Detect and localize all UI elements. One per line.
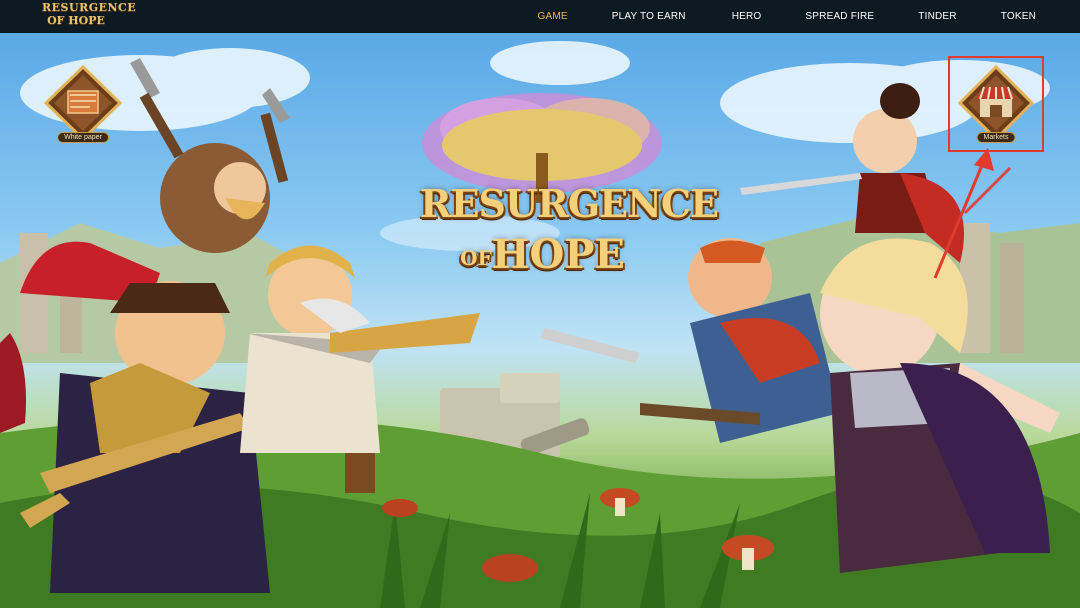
nav-item-hero[interactable]: HERO — [732, 11, 762, 22]
white-paper-label: White paper — [57, 132, 109, 143]
white-paper-button[interactable]: White paper — [44, 65, 122, 143]
title-hope: HOPE — [491, 231, 625, 278]
nav-item-play-to-earn[interactable]: PLAY TO EARN — [612, 11, 686, 22]
nav-item-game[interactable]: GAME — [538, 11, 568, 22]
nav-item-tinder[interactable]: TINDER — [918, 11, 956, 22]
document-icon — [44, 65, 122, 141]
logo-line2: OF HOPE — [47, 14, 105, 27]
site-logo[interactable]: RESURGENCE OF HOPE — [42, 1, 137, 32]
game-title: RESURGENCE OFHOPE — [420, 103, 719, 293]
nav-item-spread-fire[interactable]: SPREAD FIRE — [805, 11, 874, 22]
top-navigation-bar: RESURGENCE OF HOPE GAME PLAY TO EARN HER… — [0, 0, 1080, 33]
highlight-arrow — [933, 148, 1012, 279]
title-line2: OFHOPE — [420, 231, 665, 278]
logo-line1: RESURGENCE — [42, 1, 137, 14]
markets-highlight-box — [948, 56, 1044, 152]
title-line1: RESURGENCE — [420, 181, 719, 226]
title-of: OF — [460, 246, 492, 270]
nav-item-token[interactable]: TOKEN — [1001, 11, 1036, 22]
hero-scene: White paper Markets RESURGENCE OFHOPE — [0, 33, 1080, 608]
nav-menu: GAME PLAY TO EARN HERO SPREAD FIRE TINDE… — [538, 0, 1080, 33]
